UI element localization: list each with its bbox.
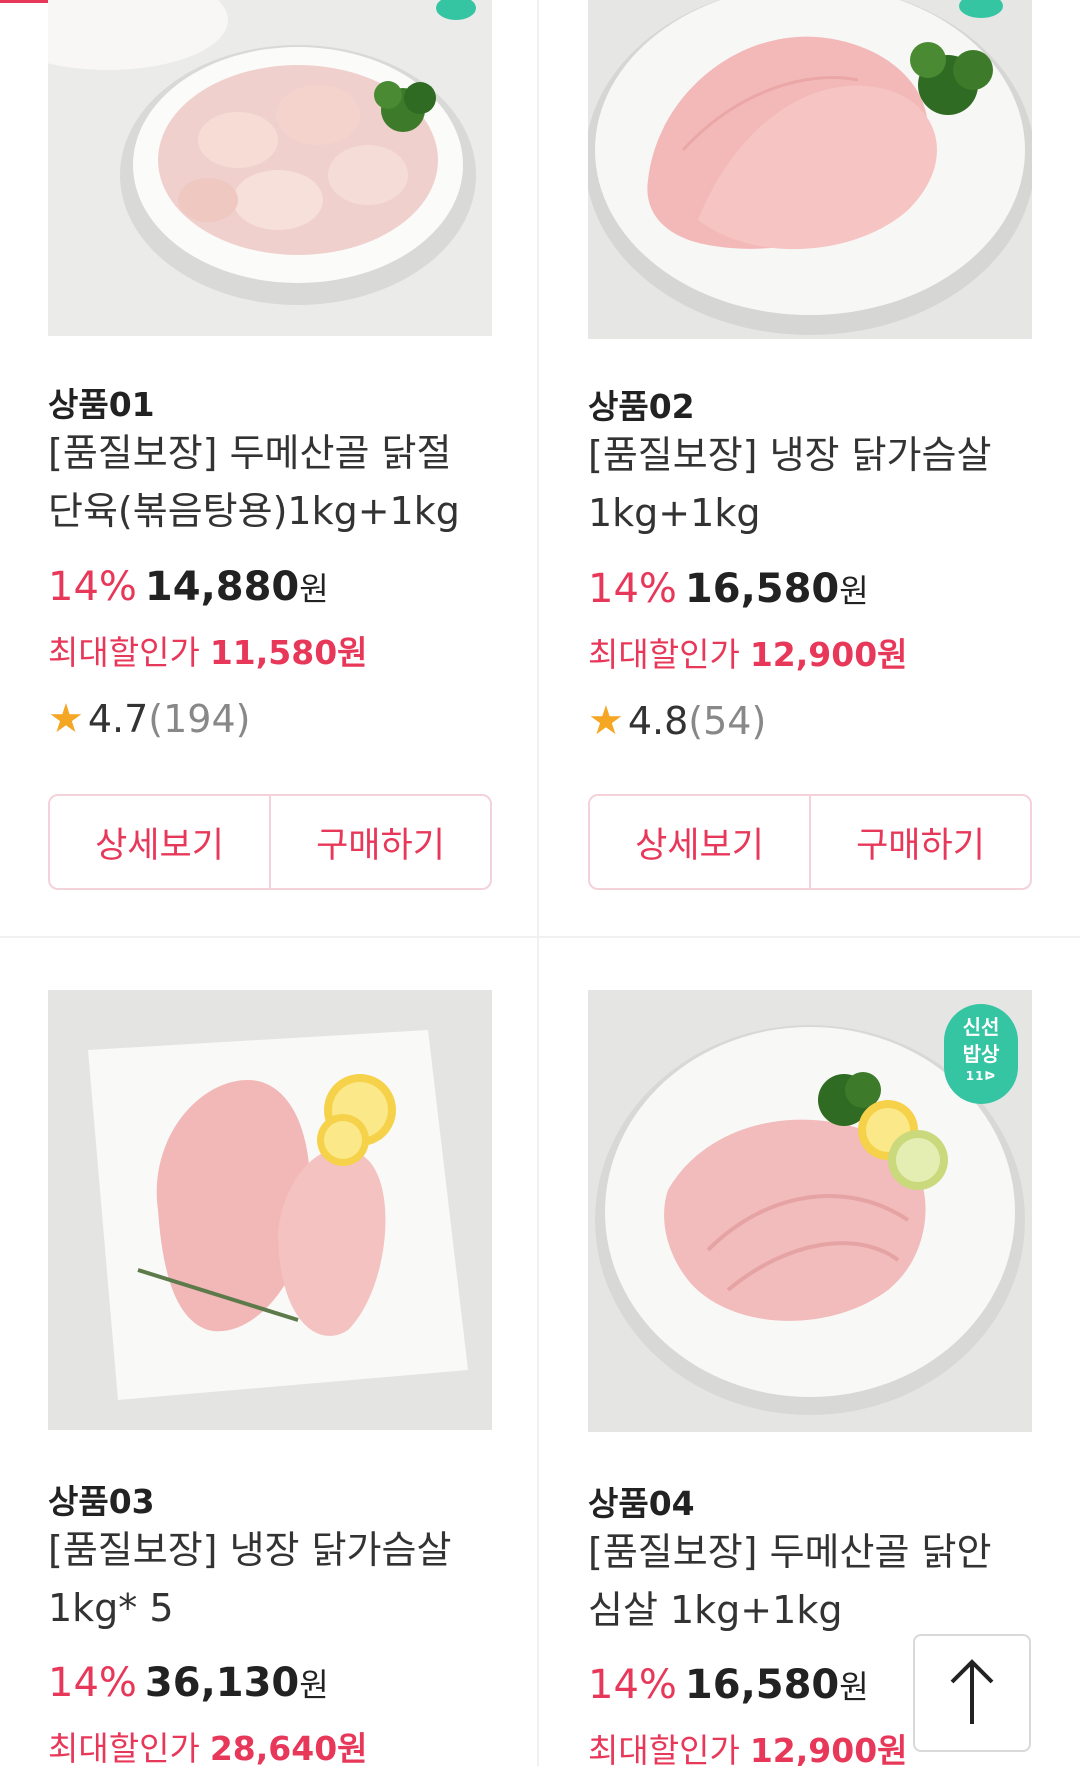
product-image-04[interactable]: 신선 밥상 11ᐅ: [588, 990, 1032, 1432]
max-discount-row: 최대할인가 11,580원: [48, 626, 368, 674]
discount-rate: 14%: [588, 1662, 677, 1708]
sale-price: 14,880: [144, 564, 300, 610]
currency-unit: 원: [839, 572, 869, 610]
product-name-line: 1kg* 5: [48, 1586, 174, 1630]
detail-button[interactable]: 상세보기: [590, 796, 809, 888]
currency-unit: 원: [839, 1668, 869, 1706]
product-id: 상품04: [588, 1484, 695, 1523]
product-name-line: [품질보장] 두메산골 닭절: [48, 431, 452, 475]
review-count: (194): [148, 697, 251, 741]
price-row: 14% 14,880원: [48, 564, 329, 610]
product-name-line: 1kg+1kg: [588, 491, 761, 535]
max-discount-price: 28,640원: [209, 1729, 368, 1766]
max-discount-label: 최대할인가: [48, 1729, 200, 1766]
product-name-line: [품질보장] 냉장 닭가슴살: [48, 1528, 452, 1572]
arrow-up-icon: [950, 1659, 994, 1724]
product-id: 상품03: [48, 1482, 155, 1521]
star-icon: ★: [48, 696, 84, 742]
product-name-line: 심살 1kg+1kg: [588, 1588, 843, 1632]
product-image-02[interactable]: [588, 0, 1032, 339]
detail-button[interactable]: 상세보기: [50, 796, 269, 888]
currency-unit: 원: [299, 1666, 329, 1704]
action-buttons: 상세보기 구매하기: [588, 794, 1032, 890]
rating-score: 4.8: [627, 699, 689, 743]
currency-unit: 원: [299, 570, 329, 608]
product-image-01[interactable]: [48, 0, 492, 336]
max-discount-row: 최대할인가 12,900원: [588, 1724, 908, 1766]
price-row: 14% 16,580원: [588, 1662, 869, 1708]
row-divider: [0, 936, 1080, 938]
product-name[interactable]: [품질보장] 냉장 닭가슴살 1kg* 5: [48, 1521, 498, 1637]
product-image-03[interactable]: [48, 990, 492, 1430]
discount-rate: 14%: [588, 566, 677, 612]
badge-text: 밥상: [962, 1042, 1000, 1066]
product-name[interactable]: [품질보장] 두메산골 닭절 단육(볶음탕용)1kg+1kg: [48, 424, 498, 540]
max-discount-price: 12,900원: [749, 635, 908, 674]
scroll-top-button[interactable]: [913, 1634, 1031, 1752]
max-discount-label: 최대할인가: [588, 1731, 740, 1766]
sale-price: 16,580: [684, 566, 840, 612]
review-count: (54): [688, 699, 767, 743]
max-discount-label: 최대할인가: [588, 635, 740, 674]
rating-row: ★ 4.7(194): [48, 696, 250, 742]
rating-row: ★ 4.8(54): [588, 698, 766, 744]
sale-price: 36,130: [144, 1660, 300, 1706]
max-discount-row: 최대할인가 12,900원: [588, 628, 908, 676]
product-card-03[interactable]: 상품03 [품질보장] 냉장 닭가슴살 1kg* 5 14% 36,130원 최대…: [48, 990, 492, 1766]
discount-rate: 14%: [48, 564, 137, 610]
fresh-table-badge: 신선 밥상 11ᐅ: [944, 1004, 1018, 1104]
column-divider: [537, 0, 539, 1766]
rating-score: 4.7: [87, 697, 149, 741]
star-icon: ★: [588, 698, 624, 744]
price-row: 14% 36,130원: [48, 1660, 329, 1706]
discount-rate: 14%: [48, 1660, 137, 1706]
price-row: 14% 16,580원: [588, 566, 869, 612]
max-discount-price: 12,900원: [749, 1731, 908, 1766]
product-name-line: 단육(볶음탕용)1kg+1kg: [48, 489, 460, 533]
product-card-01[interactable]: 상품01 [품질보장] 두메산골 닭절 단육(볶음탕용)1kg+1kg 14% 1…: [48, 0, 492, 900]
product-name-line: [품질보장] 냉장 닭가슴살: [588, 433, 992, 477]
buy-button[interactable]: 구매하기: [269, 796, 490, 888]
product-grid-page: 상품01 [품질보장] 두메산골 닭절 단육(볶음탕용)1kg+1kg 14% 1…: [0, 0, 1080, 1766]
badge-text: 신선: [962, 1015, 1000, 1039]
product-name-line: [품질보장] 두메산골 닭안: [588, 1530, 992, 1574]
product-card-02[interactable]: 상품02 [품질보장] 냉장 닭가슴살 1kg+1kg 14% 16,580원 최…: [588, 0, 1032, 900]
badge-logo: 11ᐅ: [965, 1069, 997, 1083]
product-name[interactable]: [품질보장] 두메산골 닭안 심살 1kg+1kg: [588, 1523, 1038, 1639]
sale-price: 16,580: [684, 1662, 840, 1708]
max-discount-price: 11,580원: [209, 633, 368, 672]
product-id: 상품02: [588, 387, 695, 426]
product-id: 상품01: [48, 385, 155, 424]
buy-button[interactable]: 구매하기: [809, 796, 1030, 888]
max-discount-label: 최대할인가: [48, 633, 200, 672]
max-discount-row: 최대할인가 28,640원: [48, 1722, 368, 1766]
product-name[interactable]: [품질보장] 냉장 닭가슴살 1kg+1kg: [588, 426, 1038, 542]
action-buttons: 상세보기 구매하기: [48, 794, 492, 890]
